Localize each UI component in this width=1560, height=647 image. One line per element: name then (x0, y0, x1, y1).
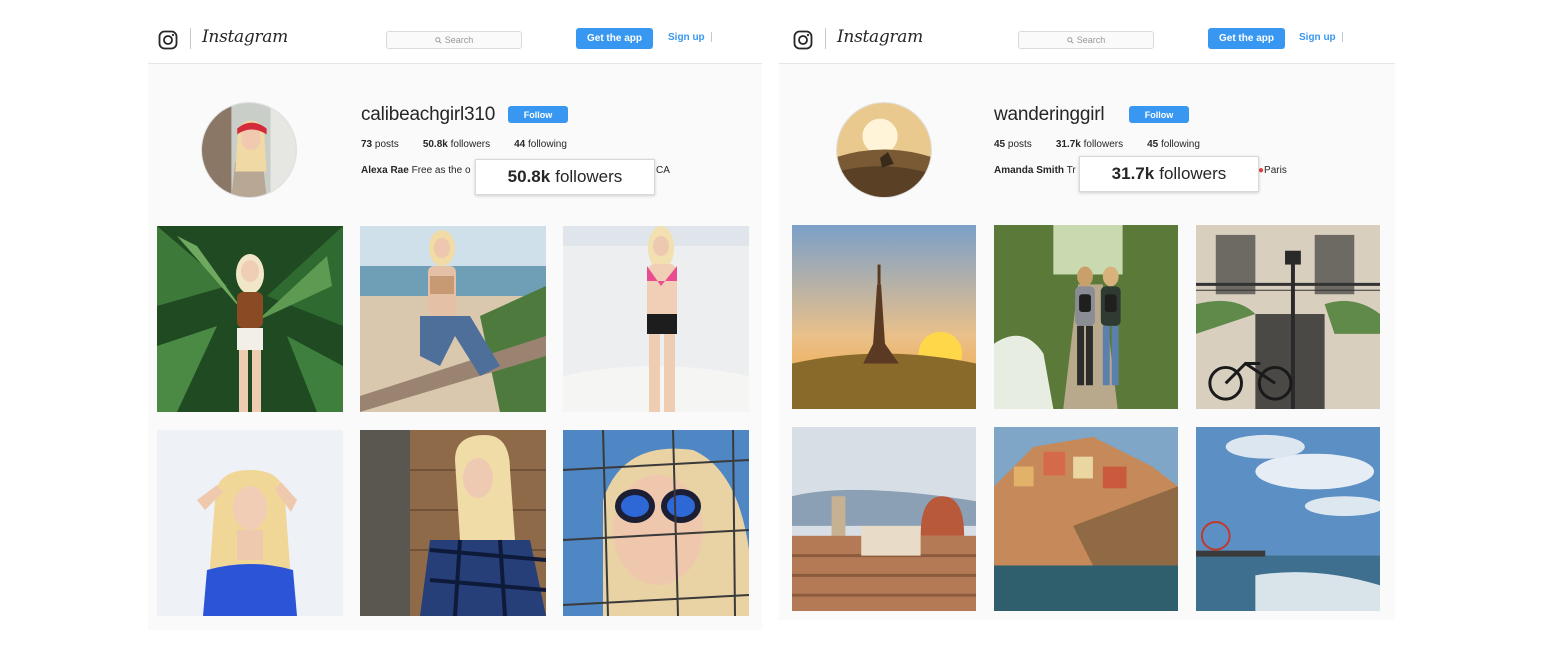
profile-username: wanderinggirl (994, 104, 1105, 125)
get-the-app-button[interactable]: Get the app (576, 28, 653, 49)
followers-callout: 50.8k followers (475, 159, 655, 195)
photo-florence-duomo (792, 427, 976, 611)
posts-stat[interactable]: 45 posts (994, 139, 1032, 150)
following-count: 44 (514, 139, 526, 150)
top-nav-bar: Instagram Search Get the app Sign up (148, 18, 762, 64)
followers-stat[interactable]: 31.7k followers (1056, 139, 1123, 150)
avatar-photo (837, 103, 931, 197)
avatar-photo (202, 103, 296, 197)
callout-count: 50.8k (507, 167, 551, 186)
search-input[interactable]: Search (1018, 31, 1154, 49)
callout-label: followers (1159, 164, 1227, 183)
post-thumbnail[interactable] (1196, 225, 1380, 409)
post-thumbnail[interactable] (157, 226, 343, 412)
photo-two-hikers-backpacks (994, 225, 1178, 409)
profile-bio: Amanda Smith Tr (994, 165, 1076, 176)
callout-label: followers (555, 167, 623, 186)
photo-paris-balcony-bicycle (1196, 225, 1380, 409)
photo-white-wall-blue-top (157, 430, 343, 616)
signup-divider (711, 32, 712, 42)
post-thumbnail[interactable] (360, 226, 546, 412)
profile-panel-right: Instagram Search Get the app Sign up wan… (779, 18, 1395, 620)
photo-beach-pink-bikini (563, 226, 749, 412)
photo-beach-railing-jeans (360, 226, 546, 412)
instagram-wordmark[interactable]: Instagram (837, 27, 923, 47)
photo-sunglasses-fence-sky (563, 430, 749, 616)
post-thumbnail[interactable] (563, 430, 749, 616)
top-nav-bar: Instagram Search Get the app Sign up (779, 18, 1395, 64)
posts-count: 73 (361, 139, 373, 150)
followers-stat[interactable]: 50.8k followers (423, 139, 490, 150)
posts-count: 45 (994, 139, 1006, 150)
avatar[interactable] (201, 102, 297, 198)
follow-button[interactable]: Follow (508, 106, 568, 123)
photo-cinque-terre-cliffs (994, 427, 1178, 611)
bio-name: Alexa Rae (361, 165, 409, 176)
posts-label: posts (1007, 139, 1032, 150)
followers-label: followers (450, 139, 491, 150)
logo-divider (190, 28, 191, 49)
search-icon (1066, 36, 1074, 44)
instagram-wordmark[interactable]: Instagram (202, 27, 288, 47)
bio-text-right: CA (656, 165, 670, 176)
following-stat[interactable]: 44 following (514, 139, 567, 150)
following-stat[interactable]: 45 following (1147, 139, 1200, 150)
search-input[interactable]: Search (386, 31, 522, 49)
post-thumbnail[interactable] (994, 225, 1178, 409)
followers-count: 50.8k (422, 139, 448, 150)
profile-stats: 45 posts 31.7k followers 45 following (994, 139, 1200, 150)
bio-text-right: Paris (1264, 165, 1287, 176)
post-thumbnail[interactable] (994, 427, 1178, 611)
photo-pier-ocean-clouds (1196, 427, 1380, 611)
sign-up-link[interactable]: Sign up (1299, 32, 1336, 43)
photo-palm-leaves-portrait (157, 226, 343, 412)
photo-eiffel-tower-sunset (792, 225, 976, 409)
profile-bio: Alexa Rae Free as the o (361, 165, 471, 176)
search-icon (434, 36, 442, 44)
followers-count: 31.7k (1055, 139, 1081, 150)
post-thumbnail[interactable] (360, 430, 546, 616)
bio-location: ●Paris (1258, 165, 1287, 176)
post-thumbnail[interactable] (792, 427, 976, 611)
profile-stats: 73 posts 50.8k followers 44 following (361, 139, 567, 150)
search-placeholder: Search (1076, 35, 1106, 45)
post-thumbnail[interactable] (1196, 427, 1380, 611)
following-count: 45 (1147, 139, 1159, 150)
profile-username: calibeachgirl310 (361, 104, 496, 125)
following-label: following (528, 139, 567, 150)
followers-label: followers (1083, 139, 1124, 150)
bio-name: Amanda Smith (994, 165, 1065, 176)
follow-button[interactable]: Follow (1129, 106, 1189, 123)
instagram-camera-icon[interactable] (793, 30, 813, 50)
posts-stat[interactable]: 73 posts (361, 139, 399, 150)
avatar[interactable] (836, 102, 932, 198)
callout-count: 31.7k (1111, 164, 1155, 183)
logo-divider (825, 28, 826, 49)
get-the-app-button[interactable]: Get the app (1208, 28, 1285, 49)
search-placeholder: Search (444, 35, 474, 45)
bio-text-left: Tr (1066, 165, 1076, 176)
posts-label: posts (374, 139, 399, 150)
bio-text-left: Free as the o (411, 165, 471, 176)
following-label: following (1161, 139, 1200, 150)
signup-divider (1342, 32, 1343, 42)
followers-callout: 31.7k followers (1079, 156, 1259, 192)
photo-plaid-shirt-wood-wall (360, 430, 546, 616)
post-thumbnail[interactable] (792, 225, 976, 409)
post-thumbnail[interactable] (563, 226, 749, 412)
profile-panel-left: Instagram Search Get the app Sign up cal… (148, 18, 762, 630)
instagram-camera-icon[interactable] (158, 30, 178, 50)
sign-up-link[interactable]: Sign up (668, 32, 705, 43)
post-thumbnail[interactable] (157, 430, 343, 616)
